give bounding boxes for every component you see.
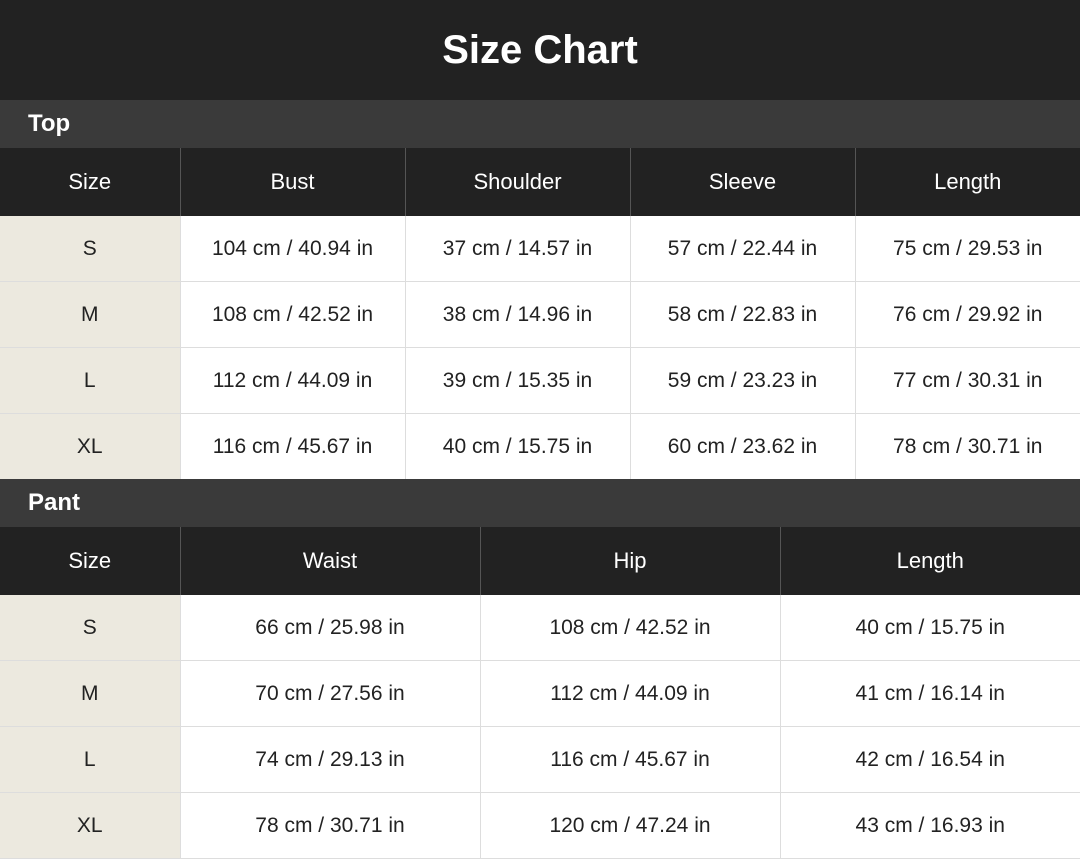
table-cell: 112 cm / 44.09 in <box>180 347 406 414</box>
section-title-pant: Pant <box>0 479 1080 527</box>
table-row: M 108 cm / 42.52 in 38 cm / 14.96 in 58 … <box>0 281 1080 348</box>
table-row: L 74 cm / 29.13 in 116 cm / 45.67 in 42 … <box>0 726 1080 793</box>
table-cell: 120 cm / 47.24 in <box>480 792 781 859</box>
table-header-row: Size Waist Hip Length <box>0 527 1080 595</box>
column-header: Sleeve <box>630 148 856 216</box>
table-cell: 104 cm / 40.94 in <box>180 216 406 282</box>
table-cell: 40 cm / 15.75 in <box>780 595 1080 661</box>
size-cell: M <box>0 660 181 727</box>
top-size-table: Size Bust Shoulder Sleeve Length S 104 c… <box>0 148 1080 479</box>
table-cell: 116 cm / 45.67 in <box>180 413 406 479</box>
table-row: XL 116 cm / 45.67 in 40 cm / 15.75 in 60… <box>0 413 1080 479</box>
size-cell: L <box>0 726 181 793</box>
table-cell: 108 cm / 42.52 in <box>480 595 781 661</box>
column-header: Length <box>780 527 1080 595</box>
size-cell: S <box>0 595 181 661</box>
table-cell: 39 cm / 15.35 in <box>405 347 631 414</box>
size-cell: S <box>0 216 181 282</box>
table-cell: 112 cm / 44.09 in <box>480 660 781 727</box>
table-row: S 104 cm / 40.94 in 37 cm / 14.57 in 57 … <box>0 216 1080 282</box>
column-header: Size <box>0 148 181 216</box>
table-header-row: Size Bust Shoulder Sleeve Length <box>0 148 1080 216</box>
table-cell: 58 cm / 22.83 in <box>630 281 856 348</box>
table-cell: 116 cm / 45.67 in <box>480 726 781 793</box>
table-cell: 77 cm / 30.31 in <box>855 347 1080 414</box>
size-cell: L <box>0 347 181 414</box>
table-cell: 78 cm / 30.71 in <box>893 434 1043 458</box>
table-cell: 42 cm / 16.54 in <box>780 726 1080 793</box>
table-cell: 76 cm / 29.92 in <box>855 281 1080 348</box>
column-header: Shoulder <box>405 148 631 216</box>
section-title-top: Top <box>0 100 1080 148</box>
column-header: Size <box>0 527 181 595</box>
size-cell: XL <box>0 792 181 859</box>
table-cell: 37 cm / 14.57 in <box>405 216 631 282</box>
table-cell: 78 cm / 30.71 in <box>180 792 481 859</box>
table-cell: 75 cm / 29.53 in <box>855 216 1080 282</box>
table-cell: 57 cm / 22.44 in <box>630 216 856 282</box>
table-cell: 60 cm / 23.62 in <box>630 413 856 479</box>
column-header: Waist <box>180 527 481 595</box>
table-row: S 66 cm / 25.98 in 108 cm / 42.52 in 40 … <box>0 595 1080 661</box>
table-cell: 41 cm / 16.14 in <box>780 660 1080 727</box>
table-cell: 70 cm / 27.56 in <box>180 660 481 727</box>
table-row: XL 78 cm / 30.71 in 120 cm / 47.24 in 43… <box>0 792 1080 859</box>
table-cell: 59 cm / 23.23 in <box>630 347 856 414</box>
page-title: Size Chart <box>0 0 1080 100</box>
table-cell: 40 cm / 15.75 in <box>405 413 631 479</box>
size-cell: XL <box>0 413 181 479</box>
column-header: Hip <box>480 527 781 595</box>
column-header: Bust <box>180 148 406 216</box>
table-row: M 70 cm / 27.56 in 112 cm / 44.09 in 41 … <box>0 660 1080 727</box>
table-cell: 74 cm / 29.13 in <box>180 726 481 793</box>
table-cell: 66 cm / 25.98 in <box>180 595 481 661</box>
table-cell: 108 cm / 42.52 in <box>180 281 406 348</box>
table-cell: 38 cm / 14.96 in <box>405 281 631 348</box>
column-header: Length <box>855 148 1080 216</box>
table-row: L 112 cm / 44.09 in 39 cm / 15.35 in 59 … <box>0 347 1080 414</box>
pant-size-table: Size Waist Hip Length S 66 cm / 25.98 in… <box>0 527 1080 859</box>
table-cell: 43 cm / 16.93 in <box>780 792 1080 859</box>
size-cell: M <box>0 281 181 348</box>
